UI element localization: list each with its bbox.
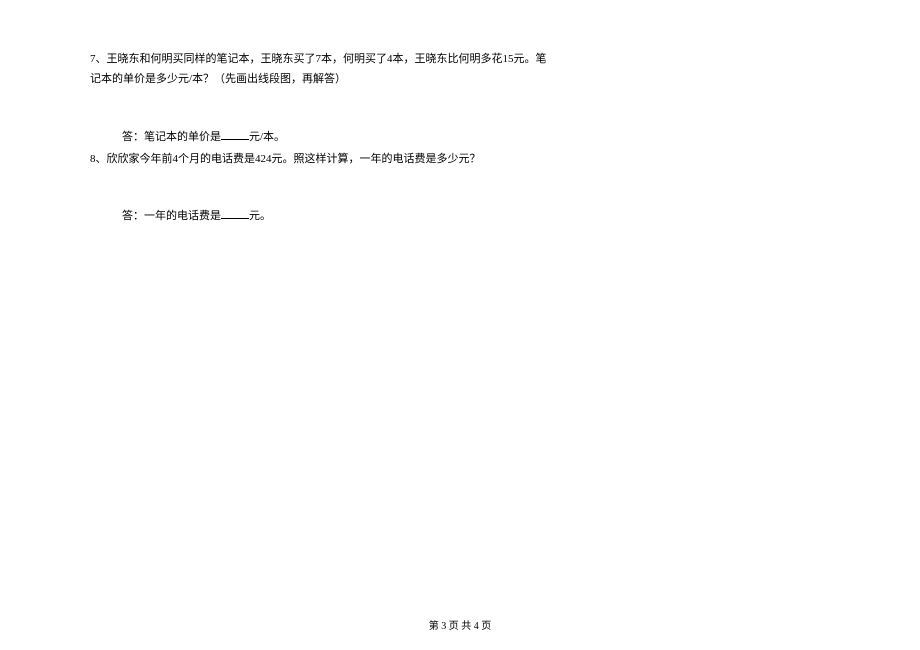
question-8-number: 8、 (90, 153, 107, 165)
question-7-text1: 王晓东和何明买同样的笔记本，王晓东买了7本，何明买了4本，王晓东比何明多花15元… (107, 53, 547, 65)
page-footer: 第 3 页 共 4 页 (0, 617, 920, 632)
document-content: 7、王晓东和何明买同样的笔记本，王晓东买了7本，何明买了4本，王晓东比何明多花1… (0, 0, 920, 223)
answer-8-prefix: 答：一年的电话费是 (122, 210, 221, 222)
answer-8-suffix: 元。 (249, 210, 271, 222)
answer-8-blank (221, 207, 249, 219)
answer-7-blank (221, 128, 249, 140)
answer-7-suffix: 元/本。 (249, 131, 285, 143)
question-8: 8、欣欣家今年前4个月的电话费是424元。照这样计算，一年的电话费是多少元？ (90, 150, 830, 170)
page-number: 第 3 页 共 4 页 (429, 621, 492, 632)
question-7-line2: 记本的单价是多少元/本？（先画出线段图，再解答） (90, 70, 830, 90)
question-8-answer: 答：一年的电话费是 元。 (90, 207, 830, 223)
question-7: 7、王晓东和何明买同样的笔记本，王晓东买了7本，何明买了4本，王晓东比何明多花1… (90, 50, 830, 90)
answer-7-prefix: 答：笔记本的单价是 (122, 131, 221, 143)
question-8-text: 欣欣家今年前4个月的电话费是424元。照这样计算，一年的电话费是多少元？ (107, 153, 481, 165)
question-7-number: 7、 (90, 53, 107, 65)
question-7-answer: 答：笔记本的单价是 元/本。 (90, 128, 830, 144)
question-7-line1: 7、王晓东和何明买同样的笔记本，王晓东买了7本，何明买了4本，王晓东比何明多花1… (90, 50, 830, 70)
